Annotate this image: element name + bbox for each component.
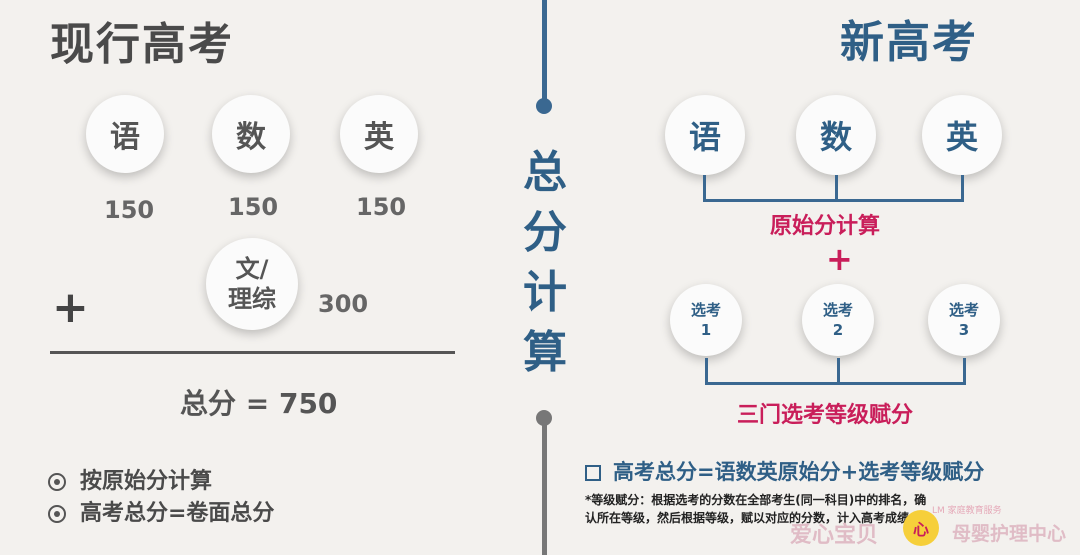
elective-label: 选考 [822, 301, 853, 319]
elective-label: 选考 [690, 301, 721, 319]
note-text: 高考总分=卷面总分 [80, 501, 275, 526]
divider-line [50, 351, 455, 354]
subject-circle-chinese: 语 [86, 95, 164, 173]
bullet-icon [48, 505, 66, 523]
plus-sign-right: + [826, 240, 853, 278]
elective-label: 选考 [948, 301, 979, 319]
score-math: 150 [228, 193, 279, 221]
subject-circle-english: 英 [340, 95, 418, 173]
total-score: 总分 = 750 [180, 387, 338, 420]
score-combined: 300 [318, 290, 369, 318]
current-exam-title: 现行高考 [50, 19, 234, 70]
bracket-bottom-left [705, 358, 708, 384]
note-text: 按原始分计算 [80, 469, 213, 494]
center-dot-top [536, 98, 552, 114]
bracket-bottom-right [963, 358, 966, 384]
center-line-top [542, 0, 547, 100]
elective-number: 3 [958, 321, 970, 339]
note-item-total: 高考总分=卷面总分 [48, 495, 274, 527]
elective-circle-3: 选考 3 [928, 284, 1000, 356]
bullet-icon [48, 473, 66, 491]
combined-line2: 理综 [228, 285, 276, 313]
bracket-top-base [703, 199, 964, 202]
elective-circle-1: 选考 1 [670, 284, 742, 356]
center-char-2: 分 [523, 207, 567, 258]
raw-score-label: 原始分计算 [770, 214, 881, 239]
formula-text: 高考总分=语数英原始分+选考等级赋分 [613, 460, 985, 484]
watermark-brand: 爱心宝贝 [790, 523, 879, 548]
center-char-4: 算 [523, 327, 567, 378]
new-subject-circle-math: 数 [796, 95, 876, 175]
note-item-raw: 按原始分计算 [48, 463, 212, 495]
bracket-top-mid [835, 175, 838, 201]
square-bullet-icon [585, 465, 601, 481]
center-char-3: 计 [523, 267, 567, 318]
new-subject-circle-english: 英 [922, 95, 1002, 175]
new-total-formula: 高考总分=语数英原始分+选考等级赋分 [585, 456, 984, 486]
elective-number: 1 [700, 321, 712, 339]
bracket-bottom-base [705, 382, 966, 385]
new-subject-circle-chinese: 语 [665, 95, 745, 175]
score-chinese: 150 [104, 196, 155, 224]
plus-sign-left: + [52, 282, 89, 333]
bracket-top-right [961, 175, 964, 201]
bracket-bottom-mid [837, 358, 840, 384]
subject-circle-math: 数 [212, 95, 290, 173]
watermark-small-text: LM 家庭教育服务 [932, 506, 1002, 516]
score-english: 150 [356, 193, 407, 221]
center-char-1: 总 [523, 147, 567, 198]
elective-number: 2 [832, 321, 844, 339]
subject-circle-combined: 文/ 理综 [206, 238, 298, 330]
watermark-center-name: 母婴护理中心 [952, 523, 1067, 545]
elective-circle-2: 选考 2 [802, 284, 874, 356]
center-line-bottom [542, 424, 547, 555]
new-exam-title: 新高考 [840, 17, 978, 68]
combined-line1: 文/ [235, 255, 269, 283]
elective-score-label: 三门选考等级赋分 [737, 403, 914, 428]
bracket-top-left [703, 175, 706, 201]
